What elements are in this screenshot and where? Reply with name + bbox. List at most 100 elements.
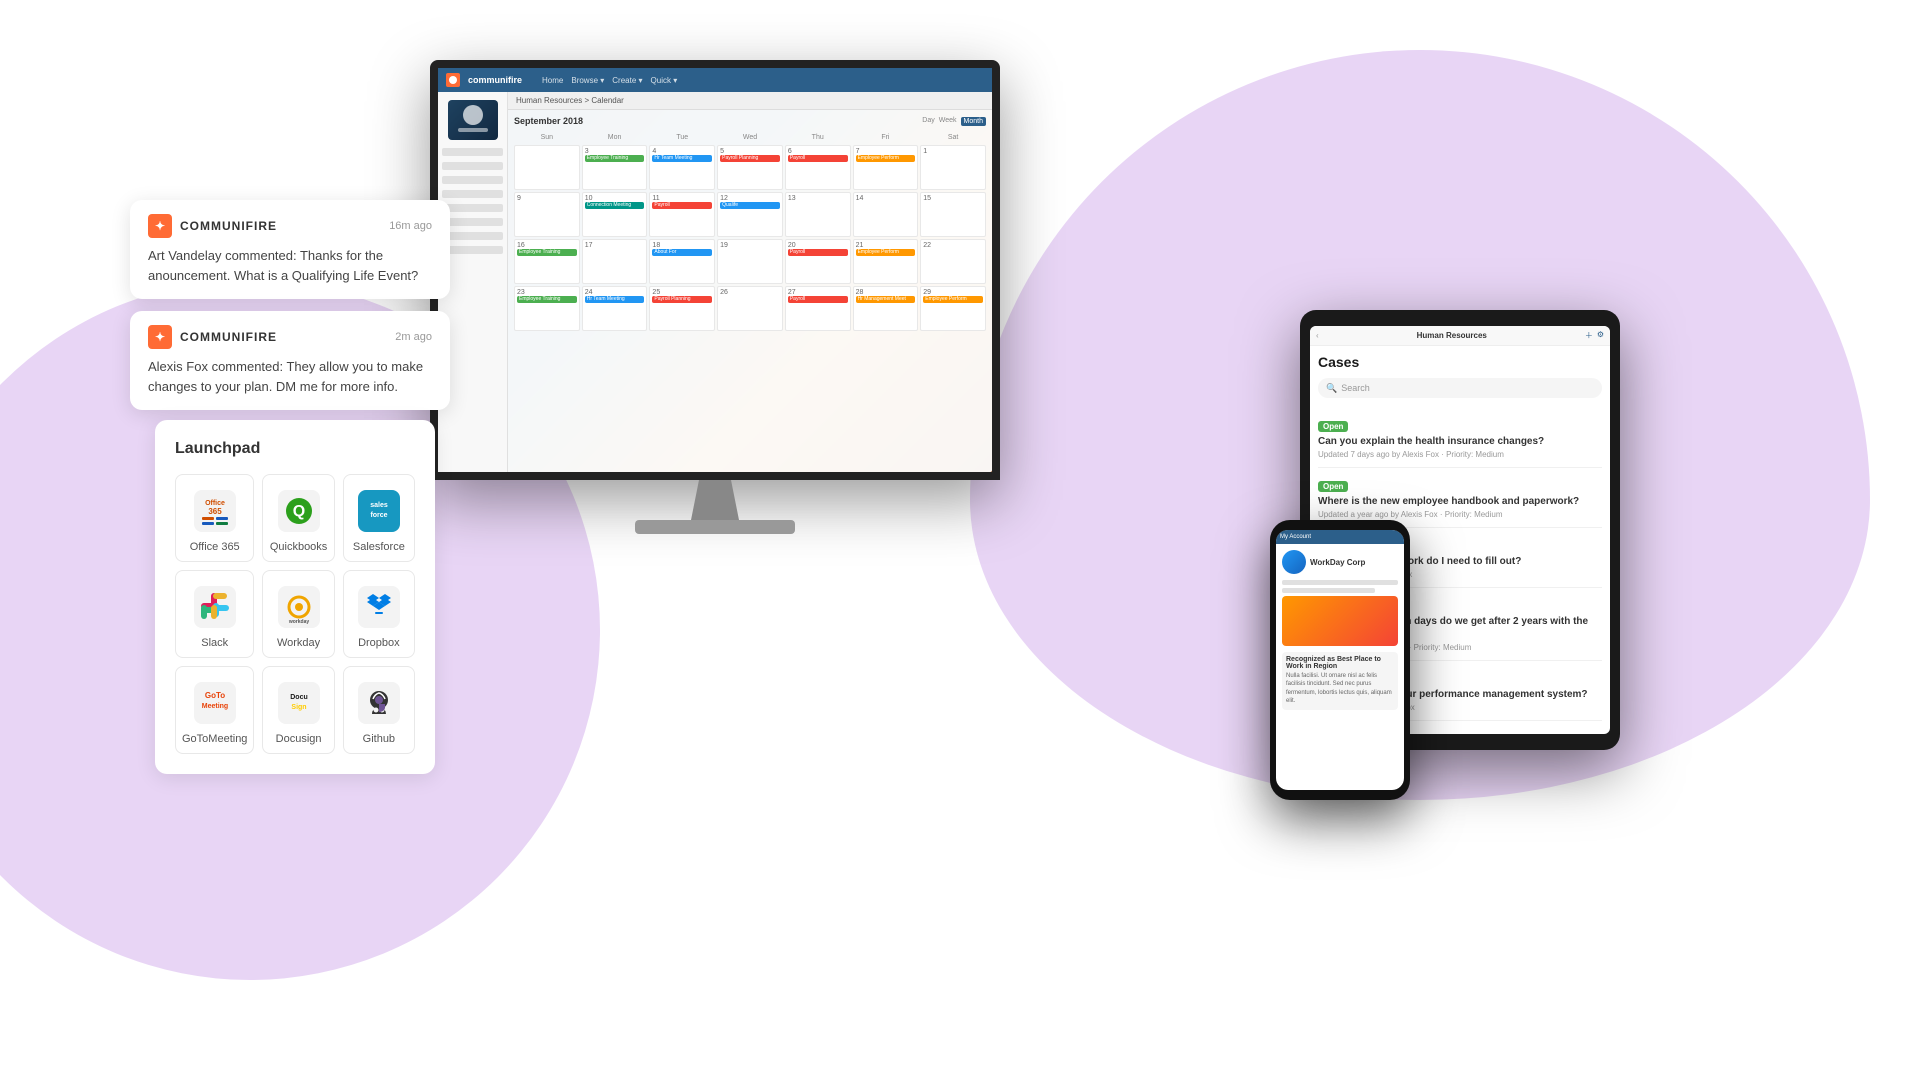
office365-label: Office 365: [190, 541, 240, 553]
tablet-back-icon: ‹: [1316, 331, 1319, 340]
svg-text:Docu: Docu: [290, 694, 308, 701]
calendar-grid: Sun Mon Tue Wed Thu Fri Sat 3Employee Tr…: [514, 132, 986, 331]
github-logo: [355, 679, 403, 727]
launchpad-item-salesforce[interactable]: sales force Salesforce: [343, 474, 415, 562]
monitor-wallpaper: communifire Home Browse ▾ Create ▾ Quick…: [438, 68, 992, 472]
tablet-add-icon: ＋: [1585, 330, 1593, 341]
svg-text:Sign: Sign: [291, 704, 306, 711]
slack-label: Slack: [201, 637, 228, 649]
app-logo: [446, 73, 460, 87]
cal-cell: 23Employee Training: [514, 286, 580, 331]
svg-text:Meeting: Meeting: [201, 703, 227, 710]
monitor-base: [635, 520, 795, 534]
svg-text:force: force: [370, 512, 387, 519]
case-tag-1: Open: [1318, 421, 1348, 432]
gotomeeting-label: GoToMeeting: [182, 733, 247, 745]
phone-content: WorkDay Corp Recognized as Best Place to…: [1276, 544, 1404, 716]
case-meta-1: Updated 7 days ago by Alexis Fox · Prior…: [1318, 450, 1602, 459]
app-content: Human Resources > Calendar September 201…: [438, 92, 992, 472]
launchpad-title: Launchpad: [175, 440, 415, 458]
cal-cell: 5Payroll Planning: [717, 145, 783, 190]
notifications-container: ✦ COMMUNIFIRE 16m ago Art Vandelay comme…: [130, 200, 450, 410]
cal-cell: 1: [920, 145, 986, 190]
launchpad-item-slack[interactable]: Slack: [175, 570, 254, 658]
phone-mockup: My Account WorkDay Corp Recognized as Be…: [1270, 520, 1410, 800]
phone-image: [1282, 596, 1398, 646]
quickbooks-label: Quickbooks: [270, 541, 327, 553]
launchpad-item-dropbox[interactable]: Dropbox: [343, 570, 415, 658]
docusign-label: Docusign: [276, 733, 322, 745]
launchpad-item-quickbooks[interactable]: Q Quickbooks: [262, 474, 334, 562]
phone-topbar-title: My Account: [1280, 534, 1311, 540]
docusign-logo: Docu Sign: [275, 679, 323, 727]
notification-header-1: ✦ COMMUNIFIRE 16m ago: [148, 214, 432, 238]
launchpad-item-workday[interactable]: workday Workday: [262, 570, 334, 658]
svg-text:workday: workday: [287, 619, 309, 625]
launchpad-item-docusign[interactable]: Docu Sign Docusign: [262, 666, 334, 754]
monitor-screen: communifire Home Browse ▾ Create ▾ Quick…: [430, 60, 1000, 480]
cal-cell: 11Payroll: [649, 192, 715, 237]
calendar-view-toggle: Day Week Month: [922, 117, 986, 126]
case-item-2: Open Where is the new employee handbook …: [1318, 468, 1602, 528]
cal-cell: 16Employee Training: [514, 239, 580, 284]
cal-cell: 15: [920, 192, 986, 237]
cal-cell: 7Employee Perform: [853, 145, 919, 190]
cal-cell: 19: [717, 239, 783, 284]
notification-brand-2: ✦ COMMUNIFIRE: [148, 325, 277, 349]
tablet-search-placeholder: Search: [1341, 383, 1370, 393]
menu-item: [442, 176, 503, 184]
slack-logo: [191, 583, 239, 631]
dropbox-logo: [355, 583, 403, 631]
day-header-sat: Sat: [920, 132, 986, 143]
cal-cell: 24Hr Team Meeting: [582, 286, 648, 331]
case-title-2: Where is the new employee handbook and p…: [1318, 495, 1602, 508]
nav-quick: Quick ▾: [651, 76, 678, 85]
cal-cell: 29Employee Perform: [920, 286, 986, 331]
cal-cell: 9: [514, 192, 580, 237]
brand-name-1: COMMUNIFIRE: [180, 219, 277, 233]
nav-browse: Browse ▾: [571, 76, 604, 85]
svg-text:sales: sales: [370, 502, 388, 509]
calendar-area: September 2018 Day Week Month Sun Mon: [508, 110, 992, 337]
svg-text:GoTo: GoTo: [205, 691, 225, 700]
search-icon: 🔍: [1326, 383, 1337, 394]
monitor-mockup: communifire Home Browse ▾ Create ▾ Quick…: [430, 60, 1000, 534]
quickbooks-logo: Q: [275, 487, 323, 535]
phone-topbar: My Account: [1276, 530, 1404, 544]
launchpad-item-github[interactable]: Github: [343, 666, 415, 754]
menu-item: [442, 232, 503, 240]
monitor-stand: [675, 480, 755, 520]
day-header-tue: Tue: [649, 132, 715, 143]
cal-cell: 14: [853, 192, 919, 237]
tablet-cases-title: Cases: [1318, 354, 1602, 370]
phone-avatar: [1282, 550, 1306, 574]
dropbox-label: Dropbox: [358, 637, 400, 649]
phone-text-1: [1282, 580, 1398, 585]
day-header-mon: Mon: [582, 132, 648, 143]
cal-cell: 12Qualife: [717, 192, 783, 237]
launchpad-item-office365[interactable]: Office 365 Office 365: [175, 474, 254, 562]
case-meta-2: Updated a year ago by Alexis Fox · Prior…: [1318, 510, 1602, 519]
launchpad-item-gotomeeting[interactable]: GoTo Meeting GoToMeeting: [175, 666, 254, 754]
svg-text:Q: Q: [292, 503, 304, 520]
notification-text-2: Alexis Fox commented: They allow you to …: [148, 357, 432, 396]
tablet-search-bar[interactable]: 🔍 Search: [1318, 378, 1602, 398]
time-ago-2: 2m ago: [395, 331, 432, 343]
phone-username: WorkDay Corp: [1310, 558, 1365, 567]
notification-header-2: ✦ COMMUNIFIRE 2m ago: [148, 325, 432, 349]
breadcrumb-text: Human Resources > Calendar: [516, 96, 624, 105]
notification-card-1: ✦ COMMUNIFIRE 16m ago Art Vandelay comme…: [130, 200, 450, 299]
launchpad-panel: Launchpad Office 365 Office 365: [155, 420, 435, 774]
day-header-thu: Thu: [785, 132, 851, 143]
salesforce-label: Salesforce: [353, 541, 405, 553]
phone-profile: WorkDay Corp: [1282, 550, 1398, 574]
menu-item: [442, 246, 503, 254]
phone-text-2: [1282, 588, 1375, 593]
workday-label: Workday: [277, 637, 320, 649]
salesforce-logo: sales force: [355, 487, 403, 535]
phone-recognition-card: Recognized as Best Place to Work in Regi…: [1282, 652, 1398, 710]
phone-recognition-text: Nulla facilisi. Ut ornare nisl ac felis …: [1286, 672, 1394, 706]
cal-cell: 3Employee Training: [582, 145, 648, 190]
nav-home: Home: [542, 76, 563, 85]
sidebar-logo: [448, 100, 498, 140]
